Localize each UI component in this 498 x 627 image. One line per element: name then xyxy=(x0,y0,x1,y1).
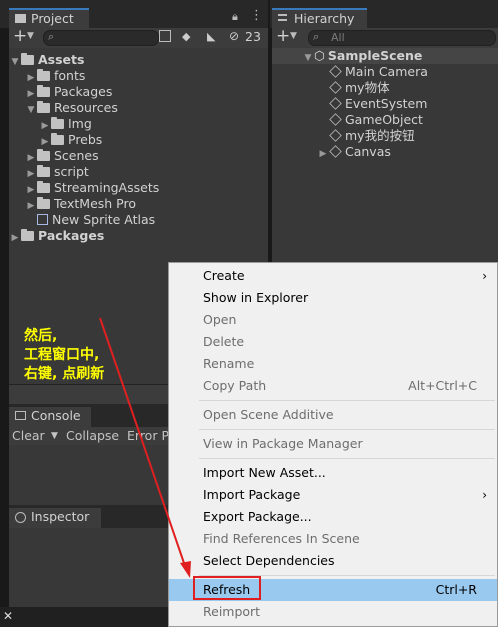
arrow-head xyxy=(180,561,191,578)
annotation-arrow xyxy=(99,317,191,578)
arrow-line xyxy=(99,317,186,567)
